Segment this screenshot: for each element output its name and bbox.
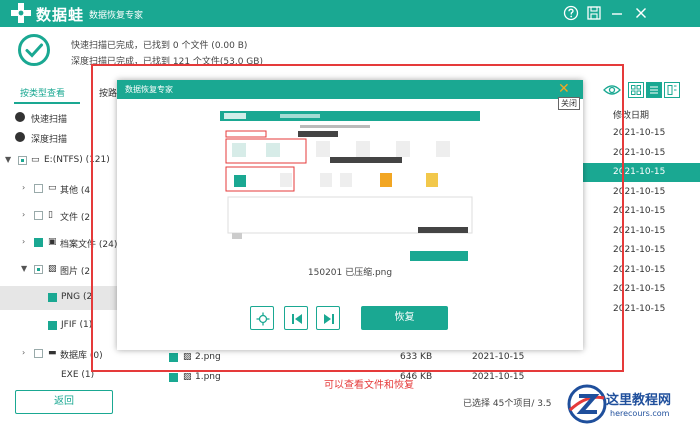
watermark-url: herecours.com: [610, 409, 670, 418]
selection-count: 已选择 45个项目/ 3.5: [463, 399, 552, 409]
sidebar-item-label: 其他 (4: [60, 186, 91, 196]
chevron-right-icon[interactable]: ›: [22, 183, 25, 192]
checkbox[interactable]: [34, 265, 43, 274]
fit-view-icon: [256, 312, 270, 326]
restore-button[interactable]: 恢复: [361, 306, 448, 330]
close-icon[interactable]: [633, 5, 649, 21]
save-icon[interactable]: [586, 5, 602, 21]
image-icon: ▨: [48, 264, 57, 274]
annotation-caption: 可以查看文件和恢复: [324, 380, 414, 391]
archive-icon: ▣: [48, 237, 57, 247]
sidebar-item-label: 图片 (2: [60, 267, 91, 277]
watermark-text: 这里教程网: [606, 393, 672, 408]
check-circle-icon: [15, 132, 25, 142]
next-button[interactable]: [316, 306, 340, 330]
preview-image: [220, 111, 480, 267]
file-image-icon: ▨: [183, 372, 192, 382]
quick-scan-status: 快速扫描已完成，已找到 0 个文件 (0.00 B): [71, 41, 248, 51]
previous-icon: [292, 314, 302, 324]
file-name: 1.png: [195, 372, 221, 382]
title-bar: 数据蛙 数据恢复专家: [0, 0, 700, 27]
file-date: 2021-10-15: [472, 372, 525, 382]
database-icon: ▬: [48, 348, 57, 358]
logo-icon: [11, 3, 31, 23]
list-view-icon[interactable]: [646, 82, 662, 98]
sidebar-item-label: 深度扫描: [31, 135, 68, 145]
back-button[interactable]: 返回: [15, 390, 113, 414]
checkbox[interactable]: [169, 373, 178, 382]
check-circle-icon: [15, 112, 25, 122]
sidebar-item-label: 快速扫描: [31, 115, 68, 125]
checkbox[interactable]: [34, 238, 43, 247]
dialog-title: 数据恢复专家: [125, 85, 173, 94]
preview-file-name: 150201 已压缩.png: [307, 268, 393, 278]
chevron-down-icon[interactable]: ▼: [5, 155, 11, 164]
detail-view-icon[interactable]: [664, 82, 680, 98]
app-subtitle: 数据恢复专家: [89, 11, 144, 21]
checkbox[interactable]: [48, 293, 57, 302]
previous-button[interactable]: [284, 306, 308, 330]
checkbox[interactable]: [18, 156, 27, 165]
file-icon: ▯: [48, 210, 53, 220]
grid-view-icon[interactable]: [628, 82, 644, 98]
sidebar-item-label: PNG (2: [61, 292, 93, 302]
tab-by-type[interactable]: 按类型查看: [20, 86, 65, 99]
checkbox[interactable]: [34, 349, 43, 358]
folder-icon: ▭: [48, 183, 57, 193]
checkbox[interactable]: [48, 321, 57, 330]
preview-dialog: 数据恢复专家 ✕ 150201 已压缩.png 恢复: [117, 80, 583, 350]
scan-complete-icon: [18, 34, 50, 66]
checkbox[interactable]: [34, 184, 43, 193]
fit-view-button[interactable]: [250, 306, 274, 330]
sidebar-item-label: JFIF (1): [61, 320, 93, 330]
sidebar-item-label: 文件 (2: [60, 213, 91, 223]
chevron-right-icon[interactable]: ›: [22, 237, 25, 246]
brand-name: 数据蛙: [36, 6, 85, 24]
watermark-logo-icon: [567, 384, 607, 424]
dialog-header: 数据恢复专家 ✕: [117, 80, 583, 99]
app-window: 数据蛙 数据恢复专家 快速扫描已完成，已找到 0 个文件 (0.00 B) 深度…: [0, 0, 700, 427]
minimize-icon[interactable]: [609, 5, 625, 21]
drive-icon: ▭: [31, 155, 40, 165]
sidebar-item-label: EXE (1): [61, 370, 95, 378]
dialog-close-icon[interactable]: ✕: [558, 81, 570, 97]
chevron-right-icon[interactable]: ›: [22, 348, 25, 357]
next-icon: [324, 314, 334, 324]
checkbox[interactable]: [34, 211, 43, 220]
help-icon[interactable]: [563, 5, 579, 21]
close-tooltip: 关闭: [558, 97, 580, 110]
chevron-down-icon[interactable]: ▼: [21, 264, 27, 273]
chevron-right-icon[interactable]: ›: [22, 210, 25, 219]
